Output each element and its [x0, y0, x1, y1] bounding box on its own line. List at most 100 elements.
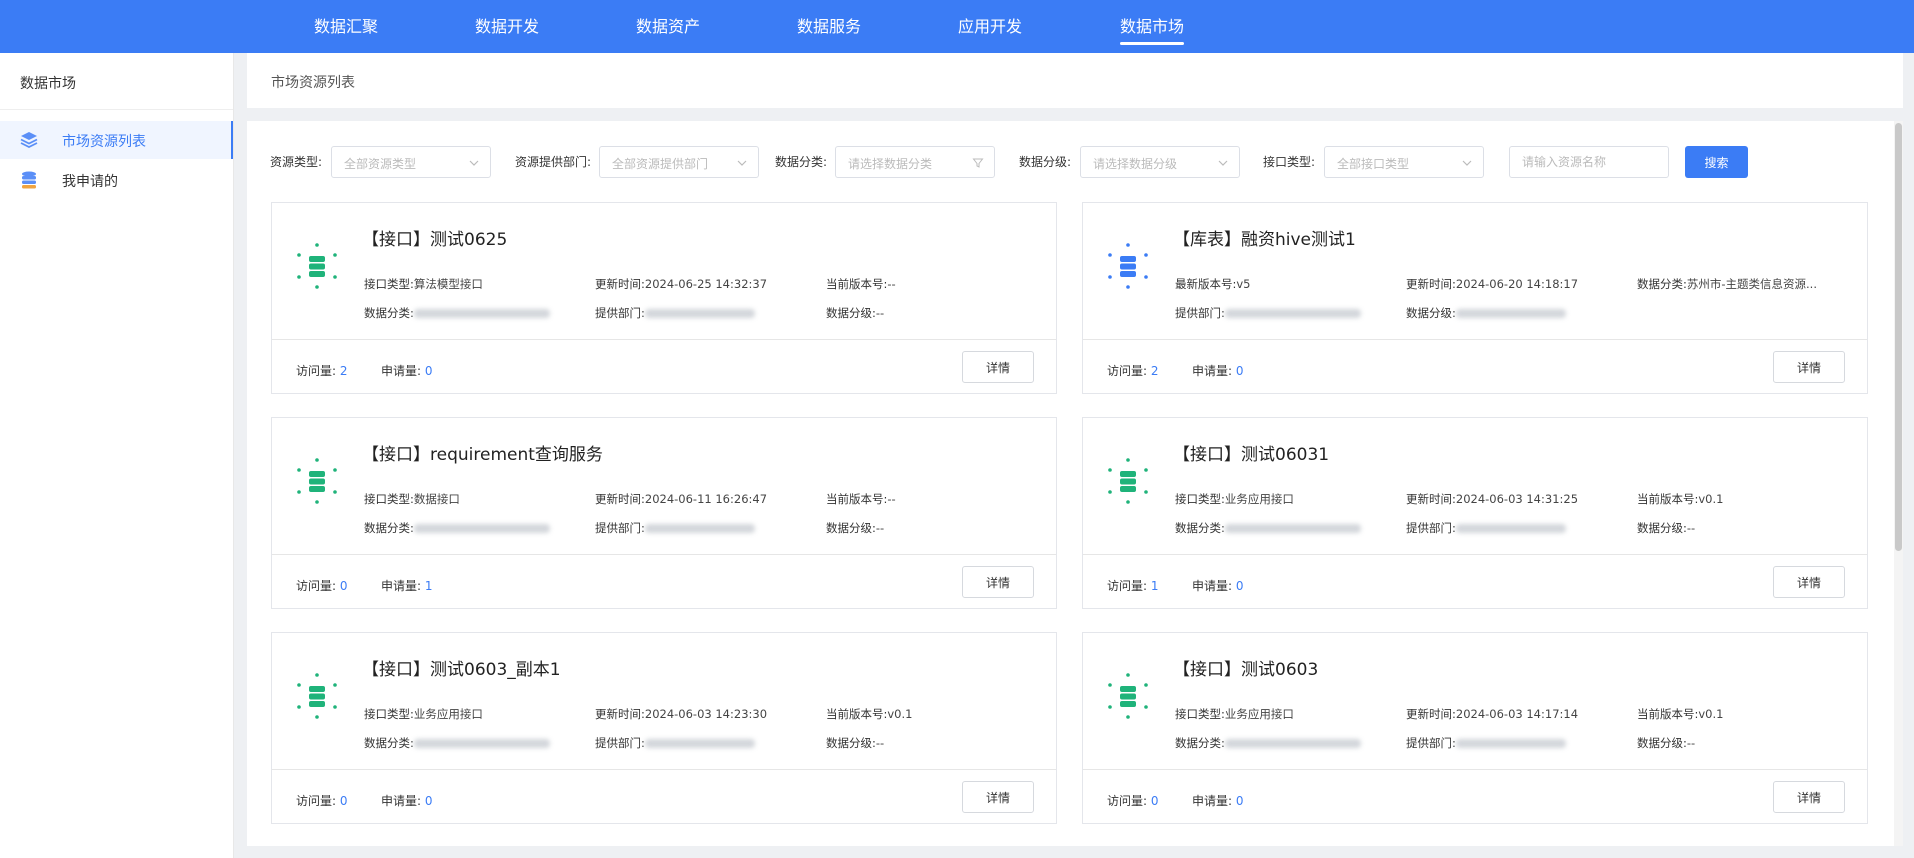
meta-field: 当前版本号:v0.1: [1637, 706, 1723, 722]
resource-card[interactable]: 【接口】测试06031 接口类型:业务应用接口 更新时间:2024-06-03 …: [1082, 417, 1868, 609]
meta-key: 数据分类:: [364, 521, 414, 535]
sidebar-divider: [0, 109, 233, 110]
nav-item-data-collect[interactable]: 数据汇聚: [314, 0, 378, 53]
card-divider: [272, 769, 1056, 770]
resource-card[interactable]: 【接口】测试0625 接口类型:算法模型接口 更新时间:2024-06-25 1…: [271, 202, 1057, 394]
nav-item-data-service[interactable]: 数据服务: [797, 0, 861, 53]
select-placeholder: 全部接口类型: [1337, 157, 1410, 171]
database-stack-icon: [22, 171, 36, 189]
meta-key: 提供部门:: [595, 736, 645, 750]
meta-field: 更新时间:2024-06-03 14:23:30: [595, 706, 767, 722]
detail-button[interactable]: 详情: [1773, 781, 1845, 813]
filter-funnel-icon: [972, 158, 984, 168]
meta-value: --: [887, 492, 896, 506]
meta-key: 数据分级:: [1406, 306, 1456, 320]
meta-key: 提供部门:: [1175, 306, 1225, 320]
chevron-down-icon: [1462, 160, 1472, 166]
apply-count: 申请量: 0: [381, 792, 433, 809]
database-icon: [1108, 243, 1148, 289]
filter-label-level: 数据分级:: [1019, 155, 1072, 169]
resource-card[interactable]: 【接口】requirement查询服务 接口类型:数据接口 更新时间:2024-…: [271, 417, 1057, 609]
meta-value: 数据接口: [413, 492, 460, 506]
api-type-select[interactable]: 全部接口类型: [1324, 146, 1484, 178]
card-divider: [1083, 339, 1867, 340]
meta-field: 接口类型:业务应用接口: [364, 706, 483, 722]
card-title[interactable]: 【接口】requirement查询服务: [362, 440, 603, 465]
redacted-value: [1455, 524, 1566, 533]
resource-card[interactable]: 【接口】测试0603 接口类型:业务应用接口 更新时间:2024-06-03 1…: [1082, 632, 1868, 824]
meta-value: 2024-06-03 14:23:30: [644, 707, 768, 721]
nav-item-app-dev[interactable]: 应用开发: [958, 0, 1022, 53]
meta-value: v0.1: [1698, 492, 1724, 506]
meta-key: 更新时间:: [1406, 492, 1456, 506]
meta-key: 数据分级:: [826, 736, 876, 750]
meta-value: --: [1686, 521, 1696, 535]
redacted-value: [1224, 524, 1361, 533]
meta-key: 数据分级:: [826, 521, 876, 535]
meta-value: 业务应用接口: [1224, 707, 1294, 721]
scrollbar-thumb[interactable]: [1895, 123, 1902, 551]
nav-item-data-market[interactable]: 数据市场: [1120, 0, 1185, 53]
resource-card[interactable]: 【库表】融资hive测试1 最新版本号:v5 更新时间:2024-06-20 1…: [1082, 202, 1868, 394]
meta-field: 数据分级:--: [826, 735, 884, 751]
meta-field: 数据分级:--: [826, 305, 884, 321]
sidebar-item-my-applications[interactable]: 我申请的: [0, 161, 233, 199]
meta-value: --: [875, 736, 885, 750]
nav-item-data-asset[interactable]: 数据资产: [636, 0, 700, 53]
visit-count: 访问量: 1: [1107, 577, 1159, 594]
apply-count-label: 申请量:: [381, 794, 422, 808]
apply-count-label: 申请量:: [381, 579, 422, 593]
visit-count-value: 0: [1150, 794, 1159, 808]
detail-button[interactable]: 详情: [1773, 351, 1845, 383]
breadcrumb: 市场资源列表: [271, 75, 355, 91]
scrollbar[interactable]: [1894, 121, 1903, 846]
meta-field: 提供部门:: [1406, 520, 1566, 536]
meta-field: 更新时间:2024-06-25 14:32:37: [595, 276, 767, 292]
resource-name-input[interactable]: [1509, 146, 1669, 178]
meta-key: 提供部门:: [595, 521, 645, 535]
detail-button[interactable]: 详情: [962, 781, 1034, 813]
card-title[interactable]: 【库表】融资hive测试1: [1173, 225, 1356, 250]
meta-value: --: [1686, 736, 1696, 750]
redacted-value: [413, 309, 550, 318]
meta-field: 接口类型:业务应用接口: [1175, 491, 1294, 507]
provider-dept-select[interactable]: 全部资源提供部门: [599, 146, 759, 178]
visit-count-label: 访问量:: [296, 579, 337, 593]
meta-field: 提供部门:: [595, 305, 755, 321]
level-select[interactable]: 请选择数据分级: [1080, 146, 1240, 178]
visit-count-value: 0: [339, 794, 348, 808]
apply-count-label: 申请量:: [1192, 794, 1233, 808]
visit-count-label: 访问量:: [1107, 364, 1148, 378]
detail-button[interactable]: 详情: [962, 566, 1034, 598]
detail-button[interactable]: 详情: [1773, 566, 1845, 598]
redacted-value: [644, 739, 755, 748]
nav-item-data-dev[interactable]: 数据开发: [475, 0, 539, 53]
apply-count: 申请量: 1: [381, 577, 433, 594]
apply-count: 申请量: 0: [381, 362, 433, 379]
visit-count: 访问量: 0: [1107, 792, 1159, 809]
meta-key: 更新时间:: [595, 492, 645, 506]
meta-value: 2024-06-03 14:17:14: [1455, 707, 1579, 721]
search-button[interactable]: 搜索: [1685, 146, 1748, 178]
resource-card[interactable]: 【接口】测试0603_副本1 接口类型:业务应用接口 更新时间:2024-06-…: [271, 632, 1057, 824]
meta-value: v0.1: [887, 707, 913, 721]
resource-type-select[interactable]: 全部资源类型: [331, 146, 491, 178]
detail-button[interactable]: 详情: [962, 351, 1034, 383]
visit-count: 访问量: 2: [1107, 362, 1159, 379]
sidebar-item-market-list[interactable]: 市场资源列表: [0, 121, 233, 159]
meta-key: 数据分类:: [1637, 277, 1687, 291]
meta-field: 当前版本号:--: [826, 491, 896, 507]
meta-field: 更新时间:2024-06-03 14:17:14: [1406, 706, 1578, 722]
card-title[interactable]: 【接口】测试06031: [1173, 440, 1329, 465]
meta-key: 更新时间:: [595, 707, 645, 721]
card-title[interactable]: 【接口】测试0603_副本1: [362, 655, 561, 680]
card-title[interactable]: 【接口】测试0625: [362, 225, 507, 250]
meta-value: 业务应用接口: [1224, 492, 1294, 506]
redacted-value: [644, 524, 755, 533]
meta-key: 数据分级:: [826, 306, 876, 320]
card-title[interactable]: 【接口】测试0603: [1173, 655, 1318, 680]
category-select[interactable]: 请选择数据分类: [835, 146, 995, 178]
visit-count-label: 访问量:: [1107, 579, 1148, 593]
meta-field: 数据分类:: [364, 305, 550, 321]
visit-count-value: 0: [339, 579, 348, 593]
